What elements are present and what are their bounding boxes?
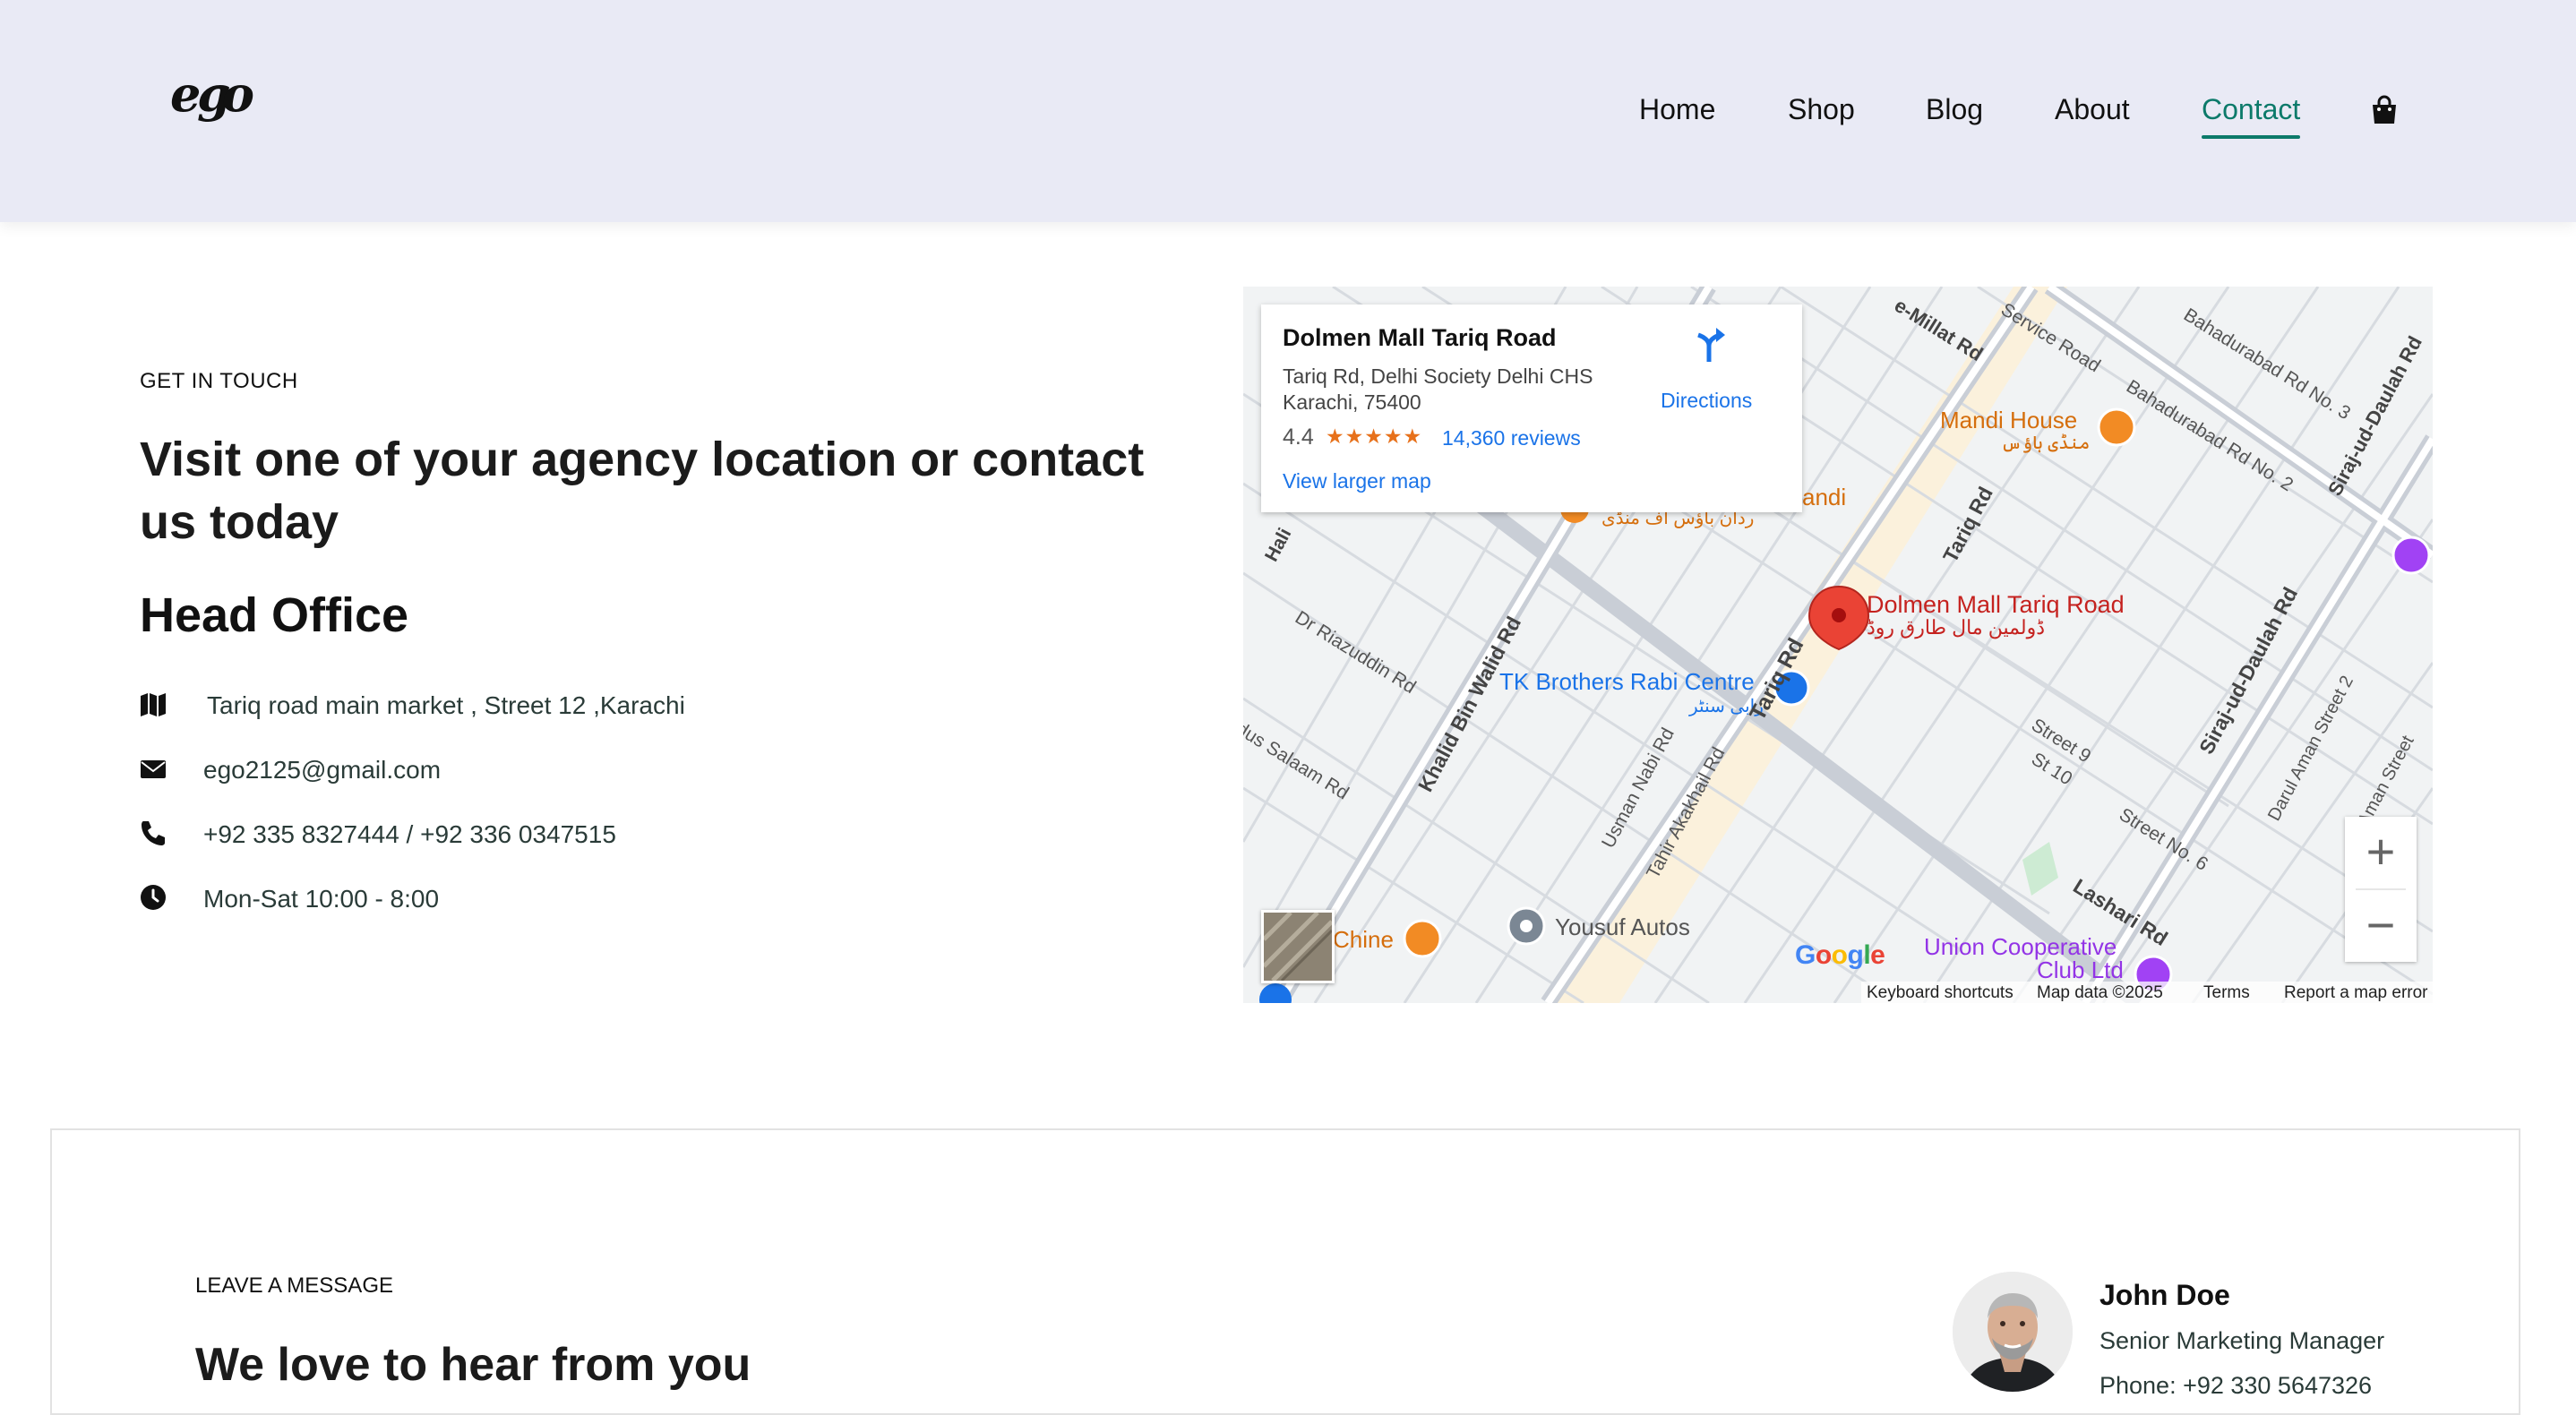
place-stars: ★★★★★ [1326,424,1423,448]
envelope-icon [141,760,166,778]
clock-icon [141,885,166,910]
nav-about[interactable]: About [2055,93,2130,126]
info-address: Tariq road main market , Street 12 ,Kara… [140,686,685,722]
map-label-mandi-house[interactable]: Mandi House [1940,407,2077,434]
place-address: Tariq Rd, Delhi Society Delhi CHS Karach… [1283,364,1623,416]
get-in-touch-eyebrow: GET IN TOUCH [140,369,298,393]
avatar [1953,1272,2073,1392]
nav-contact-label: Contact [2202,93,2301,125]
zoom-out-button[interactable]: − [2345,890,2417,962]
directions-icon[interactable] [1689,324,1729,364]
nav-home[interactable]: Home [1639,93,1715,126]
place-reviews-link[interactable]: 14,360 reviews [1442,426,1581,450]
google-map-embed[interactable]: Dolmen Mall Tariq Road ڈولمین مال طارق ر… [1243,287,2433,1003]
map-label-chine[interactable]: Chine [1333,926,1394,954]
map-zoom-controls: + − [2345,817,2417,962]
terms-link[interactable]: Terms [2203,983,2250,1003]
svg-text:o: o [222,65,254,123]
map-pin-label[interactable]: Dolmen Mall Tariq Road [1867,591,2125,619]
nav-active-underline [2202,135,2301,139]
google-logo: Google [1795,940,1885,970]
directions-link[interactable]: Directions [1661,389,1752,413]
zoom-in-button[interactable]: + [2345,817,2417,888]
contact-heading: Visit one of your agency location or con… [140,433,1145,549]
site-header: e g o Home Shop Blog About Contact [0,0,2576,222]
contact-person-name: John Doe [2099,1279,2230,1311]
map-place-card: Dolmen Mall Tariq Road Tariq Rd, Delhi S… [1261,304,1802,512]
info-hours: Mon-Sat 10:00 - 8:00 [140,879,439,915]
map-pin-label-urdu: ڈولمین مال طارق روڈ [1867,616,2045,639]
email-text[interactable]: ego2125@gmail.com [203,756,441,785]
place-address-line-2: Karachi, 75400 [1283,390,1421,414]
place-rating: 4.4 [1283,424,1314,450]
keyboard-shortcuts-link[interactable]: Keyboard shortcuts [1867,983,2014,1003]
phone-icon [142,821,165,845]
contact-person-phone[interactable]: Phone: +92 330 5647326 [2099,1372,2372,1400]
satellite-thumbnail-icon [1262,911,1334,982]
contact-person-role: Senior Marketing Manager [2099,1327,2385,1354]
map-label-union-coop-2: Club Ltd [2037,956,2124,983]
person-photo [1953,1272,2073,1392]
phone-text[interactable]: +92 335 8327444 / +92 336 0347515 [203,820,616,849]
map-label-andi: andi [1802,484,1847,510]
ego-logo[interactable]: e g o [167,64,256,136]
map-attribution-bar: Keyboard shortcuts Map data ©2025 Terms … [1861,982,2433,1003]
info-email: ego2125@gmail.com [140,750,441,786]
hours-text: Mon-Sat 10:00 - 8:00 [203,885,440,913]
map-label-tk-brothers[interactable]: TK Brothers Rabi Centre [1499,668,1755,696]
nav-blog[interactable]: Blog [1926,93,1983,126]
map-label-mandi-house-urdu: منڈی ہاؤس [2001,433,2091,453]
info-phone: +92 335 8327444 / +92 336 0347515 [140,815,616,851]
nav-contact[interactable]: Contact [2202,93,2301,139]
map-icon [141,693,166,716]
shopping-bag-icon[interactable] [2370,95,2399,125]
address-text: Tariq road main market , Street 12 ,Kara… [207,691,685,719]
message-heading: We love to hear from you [195,1339,751,1391]
place-title: Dolmen Mall Tariq Road [1283,324,1557,351]
map-data-text: Map data ©2025 [2037,983,2163,1002]
head-office-heading: Head Office [140,588,409,642]
satellite-layer-toggle[interactable] [1261,910,1335,983]
report-map-error-link[interactable]: Report a map error [2284,983,2428,1003]
map-label-yousuf-autos[interactable]: Yousuf Autos [1555,913,1690,941]
view-larger-map-link[interactable]: View larger map [1283,469,1431,493]
leave-message-eyebrow: LEAVE A MESSAGE [195,1274,393,1298]
nav-shop[interactable]: Shop [1788,93,1855,126]
place-address-line-1: Tariq Rd, Delhi Society Delhi CHS [1283,364,1593,388]
